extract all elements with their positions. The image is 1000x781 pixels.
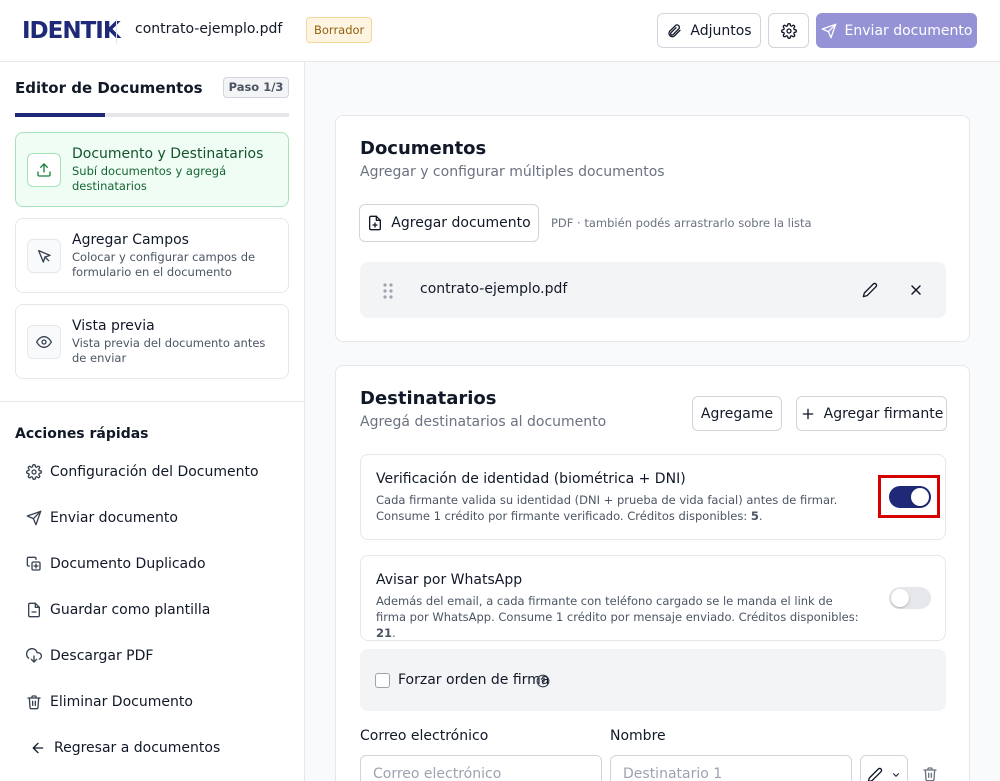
back-to-documents-link[interactable]: Regresar a documentos <box>30 740 220 756</box>
quick-actions-title: Acciones rápidas <box>15 426 149 442</box>
quick-action-duplicar[interactable]: Documento Duplicado <box>26 556 206 572</box>
identik-logo[interactable]: IDENTIK <box>22 17 121 45</box>
quick-action-label: Eliminar Documento <box>50 694 193 710</box>
drag-handle-icon[interactable] <box>382 282 394 300</box>
whatsapp-option: Avisar por WhatsApp Además del email, a … <box>360 555 946 641</box>
document-filename: contrato-ejemplo.pdf <box>135 21 283 37</box>
identity-verification-title: Verificación de identidad (biométrica + … <box>376 471 686 487</box>
identity-desc-text: Cada firmante valida su identidad (DNI +… <box>376 493 838 523</box>
quick-action-plantilla[interactable]: Guardar como plantilla <box>26 602 210 618</box>
recipients-subtitle: Agregá destinatarios al documento <box>360 414 607 430</box>
signer-role-dropdown[interactable] <box>860 755 908 781</box>
close-icon[interactable] <box>908 282 924 298</box>
quick-action-label: Guardar como plantilla <box>50 602 211 618</box>
whatsapp-credits: 21 <box>376 626 393 640</box>
step-card-documento-destinatarios[interactable]: Documento y Destinatarios Subí documento… <box>15 132 289 207</box>
quick-action-label: Configuración del Documento <box>50 464 259 480</box>
quick-action-descargar[interactable]: Descargar PDF <box>26 648 153 664</box>
step-title: Agregar Campos <box>72 232 189 248</box>
name-field[interactable]: Destinatario 1 <box>610 755 852 781</box>
email-field[interactable]: Correo electrónico <box>360 755 602 781</box>
document-name: contrato-ejemplo.pdf <box>420 281 568 297</box>
identity-credits: 5 <box>750 509 759 523</box>
chevron-down-icon <box>892 773 900 777</box>
whatsapp-desc-text: Además del email, a cada firmante con te… <box>376 594 859 624</box>
quick-action-eliminar[interactable]: Eliminar Documento <box>26 694 193 710</box>
template-icon <box>28 602 40 618</box>
step-title: Vista previa <box>72 318 155 334</box>
add-document-button[interactable]: Agregar documento <box>359 204 539 242</box>
toggle-knob <box>891 589 909 607</box>
pen-tool-icon <box>867 767 883 781</box>
recipients-title: Destinatarios <box>360 388 497 409</box>
adjuntos-label: Adjuntos <box>690 22 752 39</box>
whatsapp-title: Avisar por WhatsApp <box>376 572 523 588</box>
quick-action-enviar[interactable]: Enviar documento <box>26 510 178 526</box>
signing-order-checkbox[interactable] <box>375 673 390 688</box>
add-signer-button[interactable]: Agregar firmante <box>796 396 947 431</box>
add-me-label: Agregame <box>700 405 774 422</box>
step-description: Vista previa del documento antes de envi… <box>72 336 266 365</box>
editor-sidebar: Editor de Documentos Paso 1/3 Documento … <box>0 62 305 781</box>
send-icon <box>821 23 836 38</box>
toggle-highlight-box <box>878 475 940 518</box>
add-me-button[interactable]: Agregame <box>692 396 782 431</box>
step-progress-bar <box>15 113 289 117</box>
status-badge: Borrador <box>306 17 373 43</box>
step-title: Documento y Destinatarios <box>72 146 264 162</box>
gear-icon <box>780 22 797 39</box>
signing-order-option: Forzar orden de firma <box>360 649 946 711</box>
paperclip-icon <box>668 23 682 37</box>
identity-verification-desc: Cada firmante valida su identidad (DNI +… <box>376 493 838 523</box>
add-document-label: Agregar documento <box>391 215 531 231</box>
email-label: Correo electrónico <box>360 728 489 744</box>
step-card-vista-previa[interactable]: Vista previa Vista previa del documento … <box>15 304 289 379</box>
document-row[interactable]: contrato-ejemplo.pdf <box>360 262 946 318</box>
step-card-agregar-campos[interactable]: Agregar Campos Colocar y configurar camp… <box>15 218 289 293</box>
duplicate-icon <box>26 556 41 571</box>
help-circle-icon[interactable] <box>536 674 550 688</box>
documents-card: Documentos Agregar y configurar múltiple… <box>335 115 970 342</box>
gear-icon <box>26 464 42 480</box>
documents-subtitle: Agregar y configurar múltiples documento… <box>360 164 665 180</box>
step-description: Subí documentos y agregá destinatarios <box>72 164 227 193</box>
upload-hint: PDF · también podés arrastrarlo sobre la… <box>551 216 812 230</box>
step-progress-fill <box>15 113 106 117</box>
quick-action-label: Descargar PDF <box>50 648 154 664</box>
quick-action-configuracion[interactable]: Configuración del Documento <box>26 464 259 480</box>
settings-button[interactable] <box>768 13 809 48</box>
whatsapp-desc: Además del email, a cada firmante con te… <box>376 594 859 640</box>
recipients-card: Destinatarios Agregá destinatarios al do… <box>335 365 970 781</box>
trash-icon <box>27 695 41 710</box>
cursor-icon <box>27 239 61 273</box>
send-document-button[interactable]: Enviar documento <box>816 13 977 48</box>
documents-title: Documentos <box>360 138 487 159</box>
back-label: Regresar a documentos <box>54 740 221 756</box>
send-document-label: Enviar documento <box>844 22 973 39</box>
sidebar-divider <box>0 401 304 402</box>
top-bar: IDENTIK contrato-ejemplo.pdf Borrador Ad… <box>0 0 1000 62</box>
whatsapp-toggle[interactable] <box>889 587 931 609</box>
name-label: Nombre <box>610 728 666 744</box>
adjuntos-button[interactable]: Adjuntos <box>657 13 761 48</box>
eye-icon <box>27 325 61 359</box>
identity-verification-option: Verificación de identidad (biométrica + … <box>360 454 946 540</box>
send-icon <box>26 510 42 526</box>
cloud-download-icon <box>26 648 42 663</box>
trash-icon[interactable] <box>922 766 938 781</box>
header-divider <box>116 18 117 44</box>
quick-action-label: Enviar documento <box>50 510 178 526</box>
arrow-left-icon <box>32 742 44 754</box>
signing-order-label: Forzar orden de firma <box>398 672 550 688</box>
quick-action-label: Documento Duplicado <box>50 556 206 572</box>
upload-icon <box>27 153 61 187</box>
sidebar-title: Editor de Documentos <box>15 79 203 97</box>
file-plus-icon <box>369 215 382 231</box>
pencil-icon[interactable] <box>862 282 878 298</box>
plus-icon <box>802 408 813 419</box>
step-description: Colocar y configurar campos de formulari… <box>72 250 256 279</box>
step-indicator: Paso 1/3 <box>223 77 289 98</box>
add-signer-label: Agregar firmante <box>823 405 944 422</box>
